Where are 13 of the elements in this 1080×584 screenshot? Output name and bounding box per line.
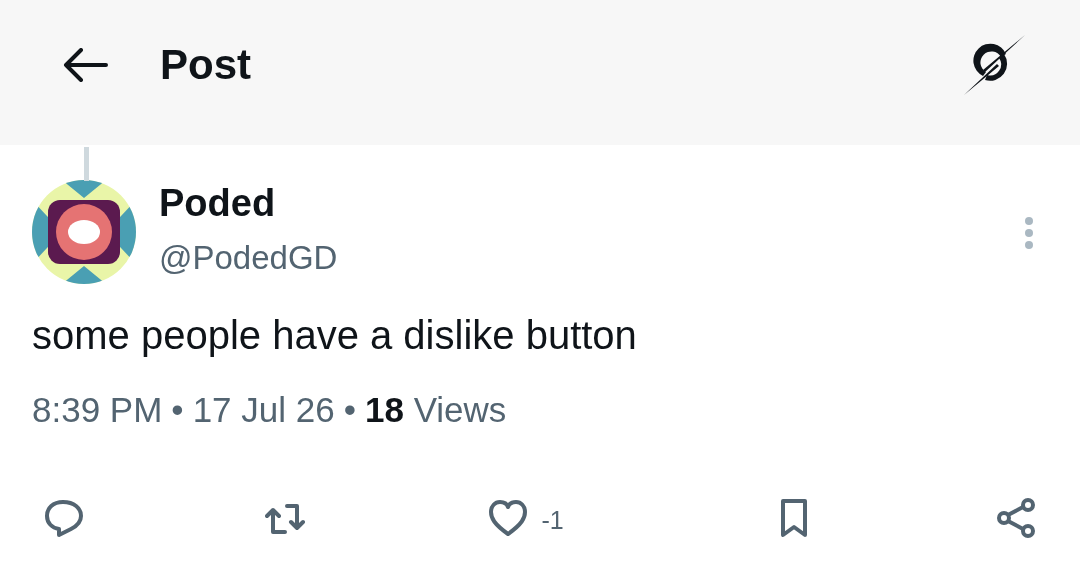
page-title: Post xyxy=(160,41,252,89)
post-time: 8:39 PM xyxy=(32,390,163,430)
speech-bubble-icon xyxy=(43,498,85,540)
like-count: -1 xyxy=(541,506,564,535)
post-date: 17 Jul 26 xyxy=(192,390,335,430)
author-name[interactable]: Poded xyxy=(159,181,1024,225)
author-handle[interactable]: @PodedGD xyxy=(159,238,1024,278)
separator-dot: • xyxy=(171,390,184,430)
back-arrow-icon[interactable] xyxy=(62,48,108,82)
separator-dot: • xyxy=(343,390,356,430)
share-icon xyxy=(996,498,1038,540)
views-count: 18 Views xyxy=(364,390,507,430)
post-text: some people have a dislike button xyxy=(32,312,638,359)
